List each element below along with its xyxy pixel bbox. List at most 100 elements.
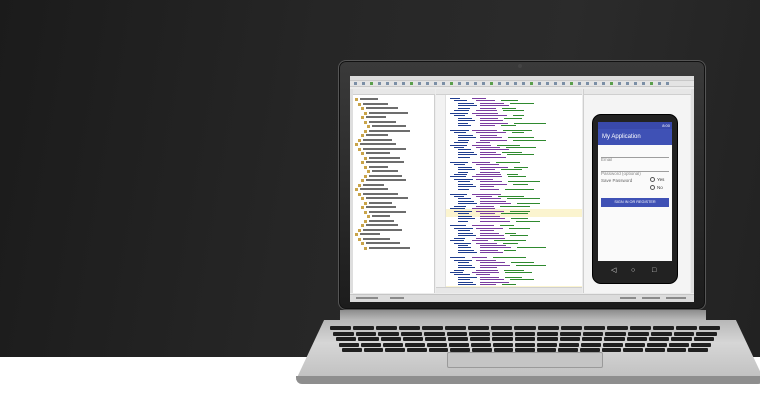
code-token [458,198,471,200]
code-token [454,100,467,102]
code-token [458,262,469,264]
code-token [454,147,464,148]
code-token [508,137,534,139]
home-icon[interactable]: ○ [631,267,635,275]
tree-folder-icon [358,183,361,187]
status-text [390,297,404,299]
toolbar-icon [378,82,381,85]
sign-in-button[interactable]: SIGN IN OR REGISTER [601,198,669,207]
toolbar-icon [506,82,509,85]
keyboard-key [385,348,405,352]
toolbar-icon [466,82,469,85]
code-token [512,132,524,134]
code-token [458,107,470,109]
code-token [505,232,516,234]
code-token [480,120,503,122]
trackpad[interactable] [447,352,603,368]
keyboard-key [427,342,447,347]
keyboard-key [604,337,625,341]
tree-folder-icon [364,174,367,178]
tree-folder-icon [364,219,367,223]
keyboard-key [399,326,421,330]
tree-item [360,188,388,190]
toolbar-icon [354,82,357,85]
keyboard-key [673,331,695,336]
code-token [458,279,470,281]
code-token [514,166,528,168]
laptop-base-edge [296,376,760,384]
code-token [480,218,505,220]
toolbar-icon [586,82,589,85]
code-token [506,147,536,148]
code-token [476,115,507,117]
code-token [450,176,466,178]
tree-folder-icon [361,206,364,209]
code-token [480,102,504,104]
code-token [454,237,465,239]
code-token [458,284,476,286]
recents-icon[interactable]: □ [652,267,656,275]
keyboard-key [671,337,692,341]
code-token [510,235,528,237]
back-icon[interactable]: ◁ [611,267,616,275]
tree-item [369,129,410,132]
radio-no[interactable]: No [650,185,670,191]
status-text [666,297,686,299]
code-token [509,227,530,229]
code-token [480,105,509,107]
code-token [458,252,477,254]
tree-item [369,165,388,168]
keyboard-key [650,331,672,336]
tree-folder-icon [367,125,370,128]
tree-item [366,161,404,163]
phone-frame: 8:00 My Application Save Password Yes No… [592,114,678,284]
code-token [513,115,524,117]
code-token [454,269,464,271]
code-token [513,139,546,141]
code-token [480,276,499,278]
code-token [458,156,470,158]
keyboard-key [603,342,623,347]
tree-item [369,210,406,213]
code-token [514,122,546,124]
code-token [450,271,463,273]
code-token [454,164,465,166]
keyboard-key [648,337,670,341]
code-token [454,274,470,276]
tree-item [366,224,398,226]
keyboard-key [623,348,644,352]
app-bar: My Application [598,129,672,145]
code-token [476,227,503,229]
code-token [476,142,490,144]
keyboard-key [342,348,362,352]
tree-folder-icon [358,237,361,241]
tree-folder-icon [367,170,370,173]
preview-toolbar [584,89,691,95]
code-token [480,267,497,269]
code-token [480,279,504,281]
code-token [458,181,470,183]
radio-yes[interactable]: Yes [650,177,670,183]
keyboard-key [378,331,400,336]
tree-item [363,192,398,195]
code-token [504,249,516,251]
code-token [450,225,466,227]
toolbar-icon [370,82,373,85]
keyboard-key [336,337,357,341]
editor-gutter [436,95,446,293]
keyboard-key [647,342,667,347]
code-token [480,247,511,249]
keyboard-key [469,331,490,336]
tree-folder-icon [361,161,364,164]
password-field-wrap [601,162,669,178]
tree-item [360,98,378,100]
code-token [454,196,464,197]
code-token [480,183,507,185]
keyboard-key [339,342,359,347]
code-token [501,124,516,126]
tree-item [369,174,402,177]
tree-item [366,206,396,208]
code-token [511,262,534,264]
radio-yes-circle [650,177,655,183]
code-token [458,186,476,188]
